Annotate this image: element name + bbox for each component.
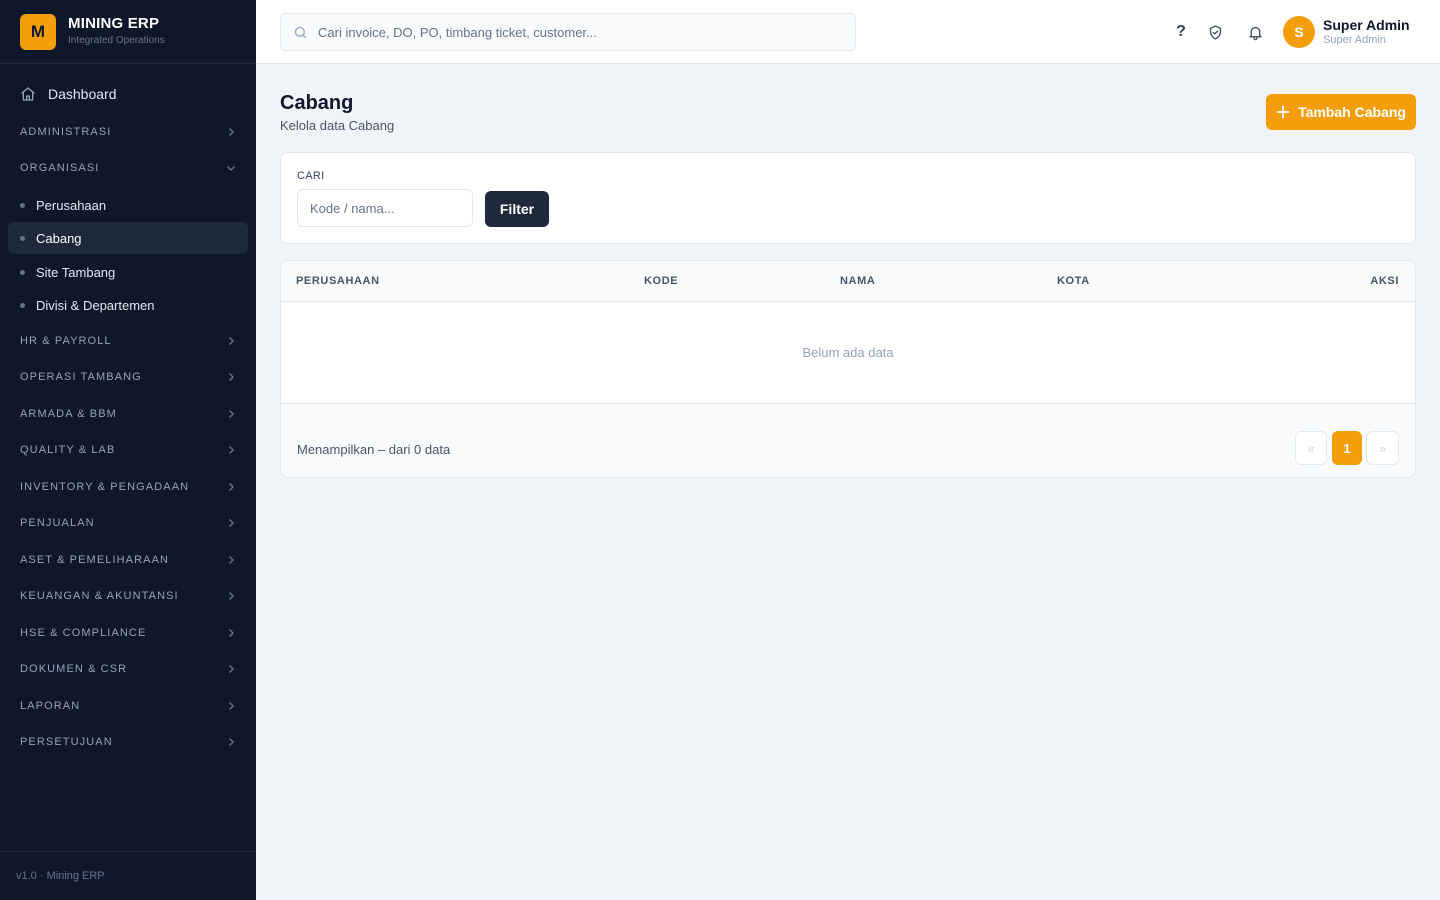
sidebar-group-label: QUALITY & LAB bbox=[20, 444, 116, 456]
brand: M MINING ERP Integrated Operations bbox=[0, 0, 256, 64]
sidebar-item-site-tambang[interactable]: Site Tambang bbox=[8, 256, 248, 288]
pagination-page-1-button[interactable]: 1 bbox=[1332, 431, 1362, 465]
filter-button[interactable]: Filter bbox=[485, 191, 549, 227]
column-header-aksi: AKSI bbox=[1370, 275, 1399, 287]
column-header-kode[interactable]: KODE bbox=[644, 275, 678, 287]
pagination-info: Menampilkan – dari 0 data bbox=[297, 442, 451, 457]
sidebar-group-label: HSE & COMPLIANCE bbox=[20, 627, 147, 639]
sidebar-group-armada-bbm[interactable]: ARMADA & BBM bbox=[8, 399, 248, 429]
sidebar-group-label: DOKUMEN & CSR bbox=[20, 663, 128, 675]
filter-label: CARI bbox=[297, 170, 325, 182]
sidebar-item-label: Dashboard bbox=[48, 86, 117, 102]
table-header: PERUSAHAAN KODE NAMA KOTA AKSI bbox=[281, 261, 1415, 302]
sidebar-item-perusahaan[interactable]: Perusahaan bbox=[8, 189, 248, 221]
sidebar-item-label: Divisi & Departemen bbox=[36, 297, 155, 313]
user-name[interactable]: Super Admin bbox=[1323, 17, 1410, 33]
chevron-down-icon bbox=[226, 163, 236, 173]
help-icon[interactable]: ? bbox=[1171, 22, 1191, 42]
chevron-right-icon bbox=[226, 737, 236, 747]
chevron-right-icon bbox=[226, 701, 236, 711]
sidebar-group-operasi-tambang[interactable]: OPERASI TAMBANG bbox=[8, 362, 248, 392]
add-cabang-button[interactable]: Tambah Cabang bbox=[1266, 94, 1416, 130]
sidebar-footer: v1.0 · Mining ERP bbox=[0, 851, 256, 900]
chevron-right-icon bbox=[226, 127, 236, 137]
sidebar-group-quality-lab[interactable]: QUALITY & LAB bbox=[8, 435, 248, 465]
filter-card: CARI Filter bbox=[280, 152, 1416, 244]
sidebar-group-label: PENJUALAN bbox=[20, 517, 95, 529]
sidebar-group-keuangan-akuntansi[interactable]: KEUANGAN & AKUNTANSI bbox=[8, 581, 248, 611]
sidebar-group-label: ORGANISASI bbox=[20, 162, 100, 174]
shield-check-icon[interactable] bbox=[1205, 22, 1225, 42]
sidebar-item-label: Cabang bbox=[36, 230, 82, 246]
sidebar-group-inventory-pengadaan[interactable]: INVENTORY & PENGADAAN bbox=[8, 472, 248, 502]
search-input[interactable] bbox=[318, 24, 838, 40]
column-header-kota[interactable]: KOTA bbox=[1057, 275, 1090, 287]
user-role: Super Admin bbox=[1323, 34, 1386, 46]
chevron-right-icon bbox=[226, 372, 236, 382]
bullet-dot-icon bbox=[20, 270, 25, 275]
brand-subtitle: Integrated Operations bbox=[68, 35, 165, 46]
sidebar-item-label: Site Tambang bbox=[36, 264, 116, 280]
sidebar: M MINING ERP Integrated Operations Dashb… bbox=[0, 0, 256, 900]
sidebar-group-aset-pemeliharaan[interactable]: ASET & PEMELIHARAAN bbox=[8, 545, 248, 575]
table-footer: Menampilkan – dari 0 data bbox=[281, 403, 1415, 477]
sidebar-group-label: PERSETUJUAN bbox=[20, 736, 113, 748]
sidebar-item-label: Perusahaan bbox=[36, 197, 107, 213]
sidebar-item-dashboard[interactable]: Dashboard bbox=[8, 78, 248, 110]
avatar[interactable]: S bbox=[1283, 16, 1315, 48]
chevron-right-icon bbox=[226, 555, 236, 565]
sidebar-group-administrasi[interactable]: ADMINISTRASI bbox=[8, 117, 248, 147]
sidebar-group-penjualan[interactable]: PENJUALAN bbox=[8, 508, 248, 538]
bell-icon[interactable] bbox=[1245, 22, 1265, 42]
sidebar-item-divisi-departemen[interactable]: Divisi & Departemen bbox=[8, 289, 248, 321]
column-header-nama[interactable]: NAMA bbox=[840, 275, 875, 287]
plus-icon bbox=[1276, 105, 1290, 119]
sidebar-group-label: KEUANGAN & AKUNTANSI bbox=[20, 590, 179, 602]
sidebar-group-label: LAPORAN bbox=[20, 700, 81, 712]
filter-search-input[interactable] bbox=[297, 189, 473, 227]
pagination-next-button[interactable]: » bbox=[1366, 431, 1399, 465]
sidebar-group-persetujuan[interactable]: PERSETUJUAN bbox=[8, 727, 248, 757]
pagination-prev-button[interactable]: « bbox=[1295, 431, 1327, 465]
search-icon bbox=[294, 26, 307, 38]
page-subtitle: Kelola data Cabang bbox=[280, 118, 395, 133]
chevron-right-icon bbox=[226, 664, 236, 674]
chevron-right-icon bbox=[226, 591, 236, 601]
cabang-table: PERUSAHAAN KODE NAMA KOTA AKSI Belum ada… bbox=[280, 260, 1416, 478]
chevron-right-icon bbox=[226, 445, 236, 455]
empty-state-message: Belum ada data bbox=[802, 345, 894, 360]
brand-text: MINING ERP Integrated Operations bbox=[68, 15, 165, 48]
brand-logo[interactable]: M bbox=[20, 13, 56, 50]
column-header-perusahaan[interactable]: PERUSAHAAN bbox=[296, 275, 380, 287]
add-cabang-label: Tambah Cabang bbox=[1298, 104, 1406, 120]
sidebar-group-label: ASET & PEMELIHARAAN bbox=[20, 554, 170, 566]
bullet-dot-icon bbox=[20, 203, 25, 208]
home-icon bbox=[21, 87, 35, 101]
sidebar-group-hse-compliance[interactable]: HSE & COMPLIANCE bbox=[8, 618, 248, 648]
brand-title: MINING ERP bbox=[68, 15, 160, 32]
sidebar-group-dokumen-csr[interactable]: DOKUMEN & CSR bbox=[8, 654, 248, 684]
topbar: ? S Super Admin Super Admin bbox=[256, 0, 1440, 64]
bullet-dot-icon bbox=[20, 303, 25, 308]
chevron-right-icon bbox=[226, 482, 236, 492]
page-title: Cabang bbox=[280, 92, 354, 114]
sidebar-group-label: INVENTORY & PENGADAAN bbox=[20, 481, 190, 493]
sidebar-group-label: OPERASI TAMBANG bbox=[20, 371, 142, 383]
sidebar-group-label: ADMINISTRASI bbox=[20, 126, 112, 138]
chevron-right-icon bbox=[226, 518, 236, 528]
sidebar-group-hr-payroll[interactable]: HR & PAYROLL bbox=[8, 326, 248, 356]
sidebar-item-cabang[interactable]: Cabang bbox=[8, 222, 248, 254]
global-search[interactable] bbox=[280, 13, 856, 51]
sidebar-group-label: HR & PAYROLL bbox=[20, 335, 112, 347]
sidebar-group-organisasi[interactable]: ORGANISASI bbox=[8, 153, 248, 183]
chevron-right-icon bbox=[226, 409, 236, 419]
chevron-right-icon bbox=[226, 336, 236, 346]
sidebar-group-label: ARMADA & BBM bbox=[20, 408, 117, 420]
chevron-right-icon bbox=[226, 628, 236, 638]
bullet-dot-icon bbox=[20, 236, 25, 241]
sidebar-group-laporan[interactable]: LAPORAN bbox=[8, 691, 248, 721]
